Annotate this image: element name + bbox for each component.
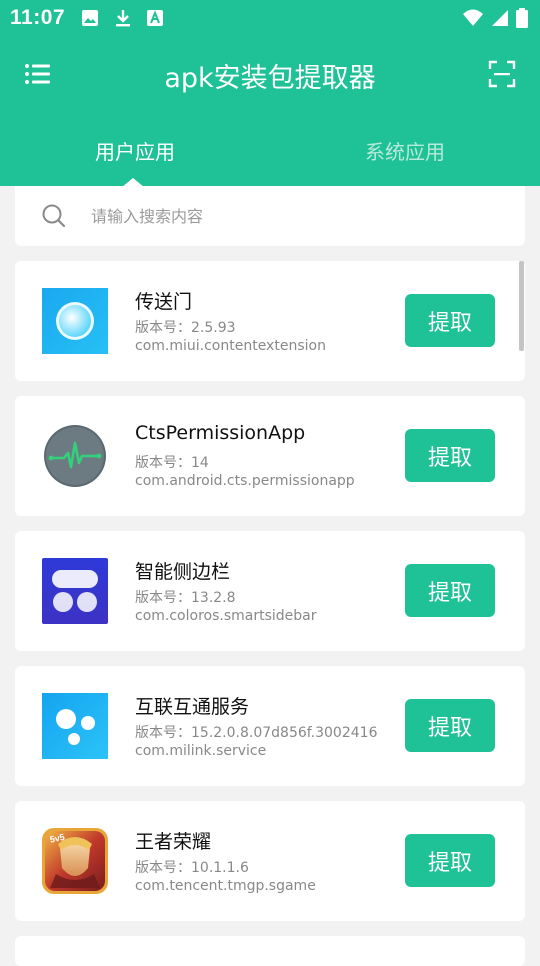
app-name: 智能侧边栏 bbox=[135, 561, 231, 583]
app-package: com.milink.service bbox=[135, 743, 267, 759]
page-title: apk安装包提取器 bbox=[164, 63, 376, 94]
tab-bar: 用户应用 系统应用 bbox=[0, 130, 540, 187]
app-package: com.tencent.tmgp.sgame bbox=[135, 878, 316, 894]
sidebar-icon bbox=[42, 558, 108, 624]
pulse-icon bbox=[44, 425, 106, 487]
app-version: 版本号：10.1.1.6 bbox=[135, 860, 249, 876]
list-item-partial bbox=[15, 936, 525, 966]
app-name: 传送门 bbox=[135, 291, 193, 313]
tab-system-apps[interactable]: 系统应用 bbox=[270, 136, 540, 165]
milink-icon bbox=[42, 693, 108, 759]
list-item: 传送门 版本号：2.5.93 com.miui.contentextension… bbox=[15, 261, 525, 381]
search-bar bbox=[15, 186, 525, 246]
wifi-icon bbox=[463, 9, 483, 26]
portal-icon bbox=[42, 288, 108, 354]
extract-button[interactable]: 提取 bbox=[405, 699, 495, 752]
app-package: com.miui.contentextension bbox=[135, 338, 326, 354]
app-version: 版本号：2.5.93 bbox=[135, 320, 236, 336]
app-version: 版本号：13.2.8 bbox=[135, 590, 236, 606]
extract-button[interactable]: 提取 bbox=[405, 564, 495, 617]
scrollbar[interactable] bbox=[519, 261, 524, 351]
search-input[interactable] bbox=[91, 200, 491, 232]
game-icon: 5v5 bbox=[42, 828, 108, 894]
scan-icon[interactable] bbox=[488, 60, 516, 88]
signal-icon bbox=[492, 10, 508, 26]
search-icon bbox=[42, 204, 66, 228]
image-icon bbox=[82, 10, 98, 26]
tab-user-apps[interactable]: 用户应用 bbox=[0, 136, 270, 165]
list-item: 5v5 王者荣耀 版本号：10.1.1.6 com.tencent.tmgp.s… bbox=[15, 801, 525, 921]
app-header: 11:07 apk安装包提取器 用户应用 系统应用 bbox=[0, 0, 540, 187]
app-name: 互联互通服务 bbox=[135, 696, 250, 718]
status-bar: 11:07 bbox=[0, 0, 540, 36]
extract-button[interactable]: 提取 bbox=[405, 294, 495, 347]
download-icon bbox=[116, 10, 130, 27]
app-package: com.coloros.smartsidebar bbox=[135, 608, 317, 624]
app-name: CtsPermissionApp bbox=[135, 422, 306, 444]
list-item: 智能侧边栏 版本号：13.2.8 com.coloros.smartsideba… bbox=[15, 531, 525, 651]
list-item: CtsPermissionApp 版本号：14 com.android.cts.… bbox=[15, 396, 525, 516]
app-name: 王者荣耀 bbox=[135, 831, 212, 853]
battery-icon bbox=[516, 8, 528, 28]
status-time: 11:07 bbox=[10, 6, 66, 29]
list-item: 互联互通服务 版本号：15.2.0.8.07d856f.3002416 com.… bbox=[15, 666, 525, 786]
app-version: 版本号：14 bbox=[135, 455, 209, 471]
app-version: 版本号：15.2.0.8.07d856f.3002416 bbox=[135, 725, 378, 741]
extract-button[interactable]: 提取 bbox=[405, 834, 495, 887]
text-badge-icon bbox=[147, 10, 163, 26]
extract-button[interactable]: 提取 bbox=[405, 429, 495, 482]
app-package: com.android.cts.permissionapp bbox=[135, 473, 355, 489]
